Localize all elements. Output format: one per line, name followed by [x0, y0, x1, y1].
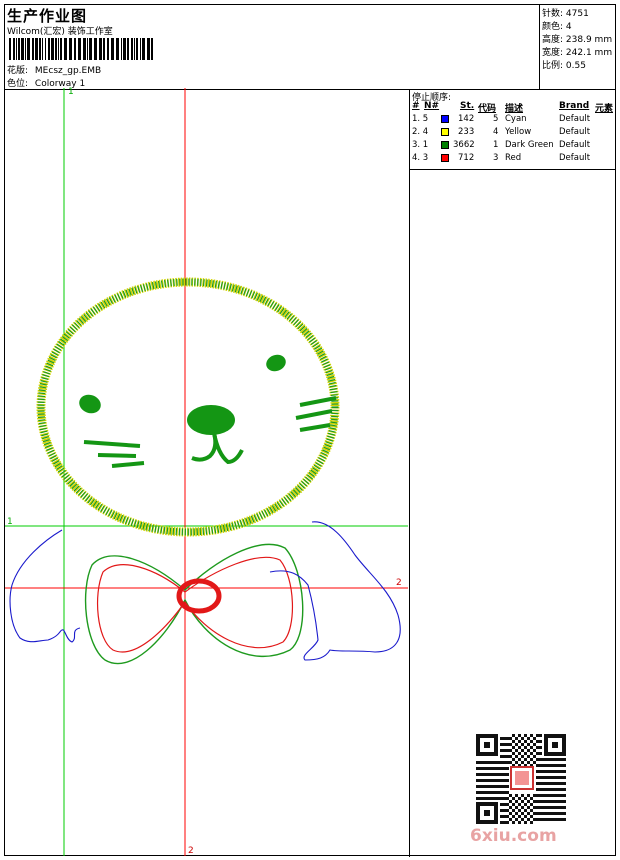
- right-whiskers: [295, 396, 337, 432]
- bow-inner-outline: [96, 556, 293, 653]
- embroidery-design-canvas: [5, 88, 408, 856]
- red-horizontal-label: 2: [396, 578, 402, 588]
- body-outline-left: [9, 529, 81, 643]
- green-horizontal-label: 1: [7, 517, 13, 527]
- body-outline-right: [269, 521, 401, 661]
- watermark-logo: 6xiu.com: [470, 826, 557, 846]
- left-whiskers: [83, 440, 145, 468]
- left-eye: [79, 394, 101, 414]
- qr-code-image: [476, 734, 566, 824]
- red-vertical-label: 2: [188, 846, 194, 856]
- green-vertical-label: 1: [68, 87, 74, 97]
- nose: [187, 405, 235, 435]
- bow-outer-outline: [84, 543, 304, 665]
- right-eye: [266, 354, 286, 372]
- mouth-right: [212, 432, 244, 465]
- mouth-left: [191, 432, 218, 462]
